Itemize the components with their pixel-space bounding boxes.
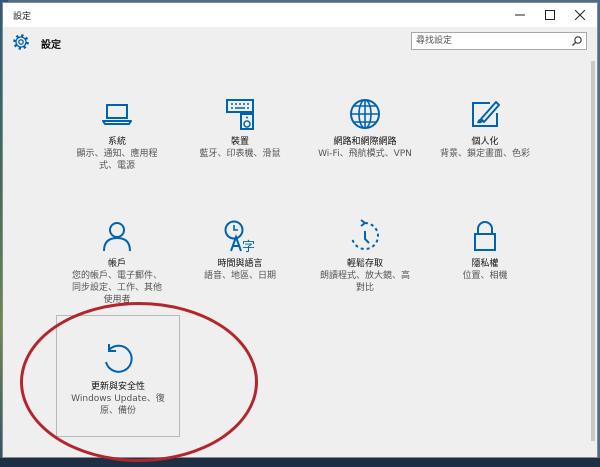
tile-system[interactable]: 系統 顯示、通知、應用程式、電源: [55, 97, 179, 172]
svg-text:字: 字: [242, 240, 255, 253]
scrollbar[interactable]: [591, 61, 595, 441]
laptop-icon: [102, 104, 132, 125]
tile-description: 位置、相機: [462, 271, 508, 281]
tile-title: 輕鬆存取: [346, 259, 383, 269]
gear-icon: [13, 34, 29, 50]
tile-title: 個人化: [471, 137, 499, 147]
tile-description: 您的帳戶、電子郵件、同步設定、工作、其他使用者: [71, 271, 162, 305]
keyboard-speaker-icon: [226, 99, 254, 130]
tile-ease-of-access[interactable]: 輕鬆存取 朗讀程式、放大鏡、高對比: [303, 219, 427, 294]
minimize-icon: [515, 14, 525, 16]
tile-network[interactable]: 網路和網際網路 Wi-Fi、飛航模式、VPN: [303, 97, 427, 160]
search-icon[interactable]: [571, 35, 583, 47]
tile-time-language[interactable]: 字 時間與語言 語音、地區、日期: [178, 219, 302, 282]
tile-description: 語音、地區、日期: [203, 271, 276, 281]
tile-title: 系統: [107, 137, 126, 147]
settings-window: 設定 設定 系統 顯示、通知、: [2, 2, 598, 458]
ease-of-access-icon: [351, 219, 380, 250]
tile-title: 帳戶: [107, 259, 126, 269]
tile-description: 藍牙、印表機、滑鼠: [199, 149, 281, 159]
page-title: 設定: [41, 40, 61, 51]
window-title: 設定: [13, 12, 32, 22]
tile-description: 背景、鎖定畫面、色彩: [439, 149, 530, 159]
maximize-button[interactable]: [535, 3, 565, 27]
globe-icon: [350, 99, 380, 129]
tile-title: 時間與語言: [217, 259, 263, 269]
search-box[interactable]: [411, 32, 587, 50]
settings-header: 設定: [3, 27, 597, 59]
tile-accounts[interactable]: 帳戶 您的帳戶、電子郵件、同步設定、工作、其他使用者: [55, 219, 179, 306]
tile-description: Windows Update、復原、備份: [71, 394, 165, 416]
tile-description: 朗讀程式、放大鏡、高對比: [319, 271, 410, 293]
title-bar[interactable]: 設定: [3, 3, 597, 27]
person-icon: [103, 222, 131, 252]
taskbar: [0, 458, 600, 467]
search-input[interactable]: [416, 34, 566, 48]
close-button[interactable]: [565, 3, 595, 27]
tile-description: Wi-Fi、飛航模式、VPN: [318, 149, 412, 159]
tile-description: 顯示、通知、應用程式、電源: [76, 149, 158, 171]
tile-update-security[interactable]: 更新與安全性 Windows Update、復原、備份: [56, 315, 180, 437]
tile-personalization[interactable]: 個人化 背景、鎖定畫面、色彩: [423, 97, 547, 160]
update-icon: [105, 344, 133, 373]
paint-brush-icon: [472, 101, 500, 127]
lock-icon: [474, 221, 496, 251]
tile-title: 網路和網際網路: [333, 137, 397, 147]
tile-title: 隱私權: [471, 259, 499, 269]
tile-devices[interactable]: 裝置 藍牙、印表機、滑鼠: [178, 97, 302, 160]
time-language-icon: 字: [224, 220, 255, 253]
tile-title: 裝置: [230, 137, 249, 147]
minimize-button[interactable]: [505, 3, 535, 27]
close-icon: [575, 10, 585, 20]
tile-title: 更新與安全性: [90, 382, 145, 392]
tile-privacy[interactable]: 隱私權 位置、相機: [423, 219, 547, 282]
maximize-icon: [545, 10, 555, 20]
